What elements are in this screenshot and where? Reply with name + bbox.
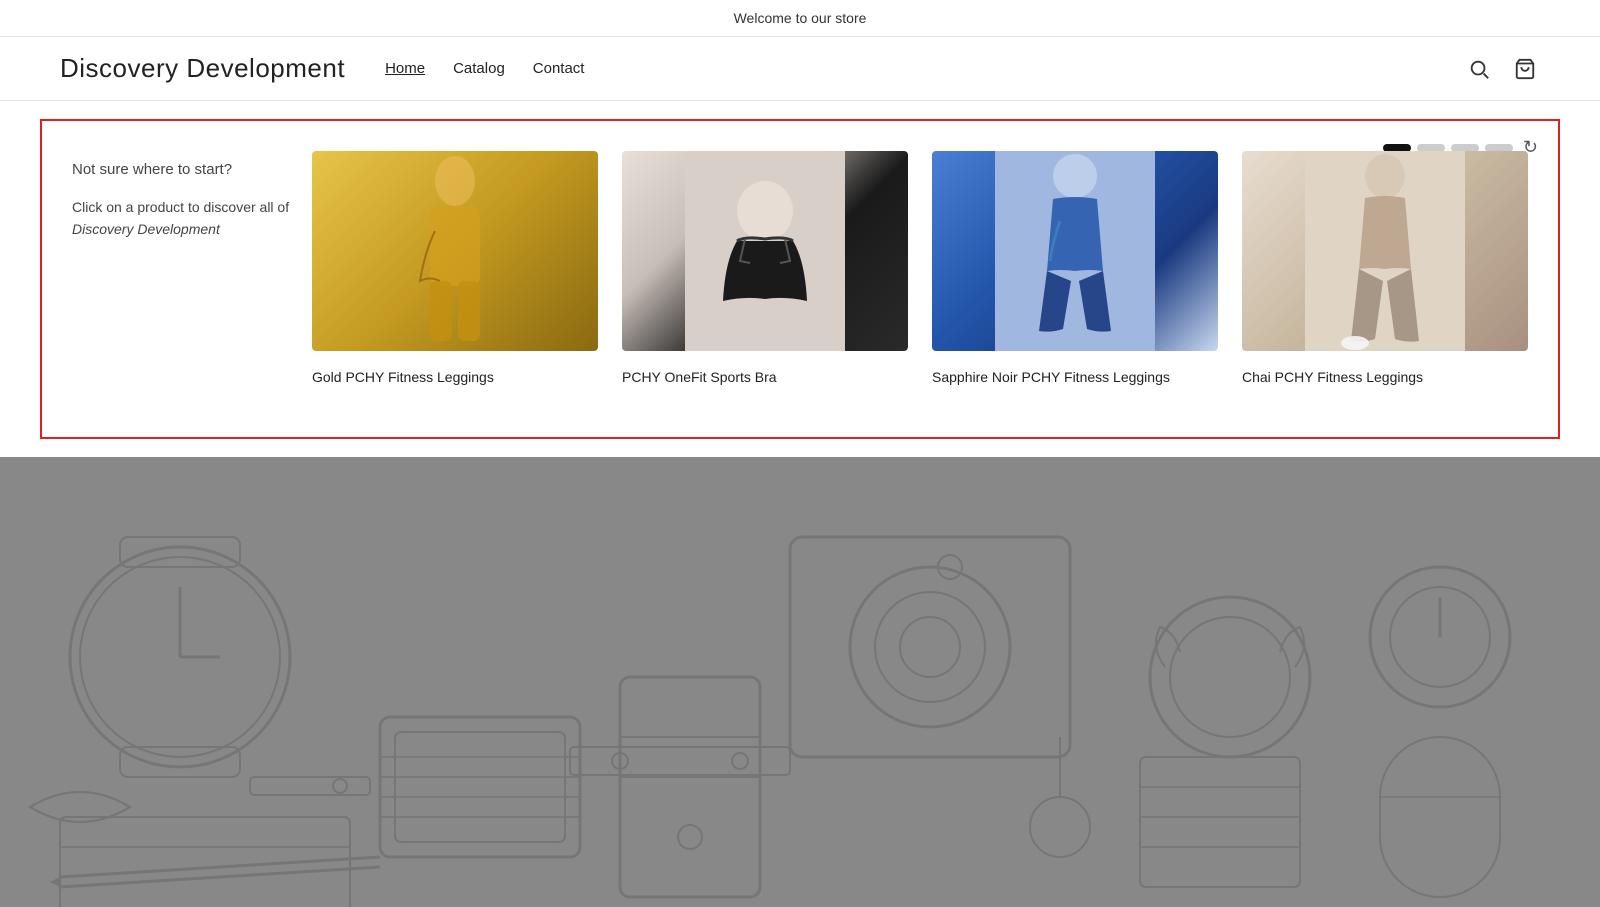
click-on-prefix: Click on a product to discover all of [72,199,289,215]
products-row: Gold PCHY Fitness Leggings [312,151,1528,388]
nav-home[interactable]: Home [385,60,425,77]
product-image-4 [1242,151,1528,351]
product-card-2[interactable]: PCHY OneFit Sports Bra [622,151,908,388]
header-left: Discovery Development Home Catalog Conta… [60,53,584,84]
store-name: Discovery Development [60,53,345,84]
announcement-bar: Welcome to our store [0,0,1600,37]
product-image-3 [932,151,1218,351]
header: Discovery Development Home Catalog Conta… [0,37,1600,101]
header-right [1464,54,1540,84]
product-card-3[interactable]: Sapphire Noir PCHY Fitness Leggings [932,151,1218,388]
cart-icon [1514,58,1536,80]
click-on-text: Click on a product to discover all of Di… [72,196,292,241]
main-nav: Home Catalog Contact [385,60,584,77]
search-button[interactable] [1464,54,1494,84]
brand-name-italic: Discovery Development [72,221,220,237]
product-image-2 [622,151,908,351]
background-pattern [0,457,1600,907]
product-card-1[interactable]: Gold PCHY Fitness Leggings [312,151,598,388]
cart-button[interactable] [1510,54,1540,84]
nav-catalog[interactable]: Catalog [453,60,505,77]
announcement-text: Welcome to our store [734,10,867,26]
nav-contact[interactable]: Contact [533,60,585,77]
product-name-2: PCHY OneFit Sports Bra [622,367,908,388]
search-icon [1468,58,1490,80]
lower-section [0,457,1600,907]
product-name-3: Sapphire Noir PCHY Fitness Leggings [932,367,1218,388]
featured-panel: ↻ Not sure where to start? Click on a pr… [40,119,1560,439]
main-content: ↻ Not sure where to start? Click on a pr… [0,119,1600,907]
product-name-1: Gold PCHY Fitness Leggings [312,367,598,388]
product-name-4: Chai PCHY Fitness Leggings [1242,367,1528,388]
not-sure-text: Not sure where to start? [72,161,292,178]
panel-sidebar-text: Not sure where to start? Click on a prod… [72,151,312,388]
product-image-1 [312,151,598,351]
product-card-4[interactable]: Chai PCHY Fitness Leggings [1242,151,1528,388]
panel-inner: Not sure where to start? Click on a prod… [72,151,1528,388]
